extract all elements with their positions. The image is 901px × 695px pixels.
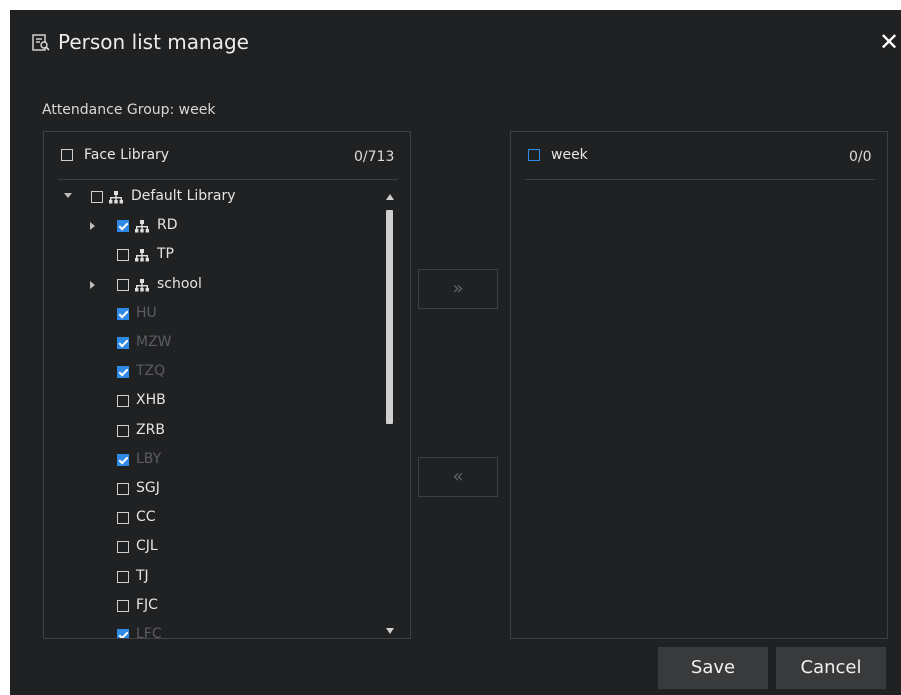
tree-item-checkbox[interactable] <box>117 278 129 291</box>
tree-item[interactable]: MZW <box>44 330 374 356</box>
tree-item-label: SGJ <box>136 480 160 496</box>
tree-item-checkbox[interactable] <box>117 249 129 262</box>
expand-down-icon[interactable] <box>64 193 72 198</box>
tree-item-checkbox[interactable] <box>117 512 129 525</box>
tree-item-label: CJL <box>136 538 158 555</box>
tree-item-label: RD <box>157 217 178 234</box>
tree-item-label: TJ <box>136 567 149 584</box>
tree-item[interactable]: LFC <box>44 622 374 639</box>
cancel-button[interactable]: Cancel <box>776 647 886 689</box>
add-to-group-button[interactable]: » <box>418 269 498 309</box>
scrollbar-thumb[interactable] <box>386 210 393 424</box>
tree-item-checkbox[interactable] <box>117 395 129 408</box>
face-library-label: Face Library <box>84 147 170 163</box>
tree-item[interactable]: LBY <box>44 447 374 473</box>
person-list-dialog: Person list manage ✕ Attendance Group: w… <box>10 10 901 695</box>
tree-item-checkbox[interactable] <box>117 483 129 495</box>
tree-item-checkbox[interactable] <box>117 629 129 638</box>
tree-item-checkbox[interactable] <box>91 191 103 203</box>
tree-item-label: Default Library <box>131 188 236 204</box>
tree-item-checkbox[interactable] <box>117 366 129 379</box>
group-name-label: week <box>551 147 588 163</box>
tree-item-checkbox[interactable] <box>117 337 129 349</box>
tree-item-label: TP <box>157 246 174 263</box>
tree-item[interactable]: FJC <box>44 593 374 619</box>
attendance-group-label: Attendance Group: week <box>42 102 216 118</box>
scroll-down-arrow-icon[interactable] <box>386 628 394 634</box>
tree-item-checkbox[interactable] <box>117 307 129 320</box>
group-members-header: week 0/0 <box>511 132 887 180</box>
tree-item[interactable]: CJL <box>44 534 374 560</box>
tree-item[interactable]: school <box>44 272 374 298</box>
tree-item-label: MZW <box>136 334 172 350</box>
tree-item-checkbox[interactable] <box>117 453 129 466</box>
dialog-title: Person list manage <box>58 30 249 54</box>
save-button[interactable]: Save <box>658 647 768 689</box>
tree-item[interactable]: XHB <box>44 388 374 414</box>
group-members-panel: week 0/0 <box>510 131 888 639</box>
tree-item-checkbox[interactable] <box>117 424 129 437</box>
select-all-group-checkbox[interactable] <box>528 149 540 161</box>
tree-item[interactable]: SGJ <box>44 476 374 502</box>
header-divider <box>525 179 875 180</box>
tree-item-label: school <box>157 275 202 292</box>
tree-item[interactable]: TP <box>44 242 374 268</box>
tree-item-checkbox[interactable] <box>117 220 129 233</box>
face-library-tree: Default Library RD TP school HU MZW TZQ XHB ZRB L… <box>44 180 410 638</box>
org-icon <box>135 278 149 292</box>
tree-item-checkbox[interactable] <box>117 570 129 583</box>
tree-item-label: CC <box>136 509 156 526</box>
tree-item-label: HU <box>136 304 157 321</box>
tree-item[interactable]: TJ <box>44 564 374 590</box>
scroll-up-arrow-icon[interactable] <box>386 194 394 200</box>
tree-item-label: LBY <box>136 450 162 467</box>
org-icon <box>135 220 149 233</box>
close-icon[interactable]: ✕ <box>877 30 901 54</box>
face-library-count: 0/713 <box>354 149 395 165</box>
face-library-header: Face Library 0/713 <box>44 132 410 180</box>
tree-item-checkbox[interactable] <box>117 599 129 612</box>
vertical-scrollbar[interactable] <box>384 194 396 634</box>
org-icon <box>135 249 149 262</box>
tree-item-label: XHB <box>136 392 166 409</box>
tree-item[interactable]: RD <box>44 213 374 239</box>
tree-item[interactable]: Default Library <box>44 184 374 210</box>
tree-item[interactable]: TZQ <box>44 359 374 385</box>
tree-item[interactable]: HU <box>44 301 374 327</box>
select-all-face-library-checkbox[interactable] <box>61 149 73 161</box>
tree-item[interactable]: ZRB <box>44 418 374 444</box>
org-icon <box>109 191 123 204</box>
person-list-icon <box>32 34 50 51</box>
expand-right-icon[interactable] <box>90 280 95 289</box>
tree-item[interactable]: CC <box>44 505 374 531</box>
tree-item-label: FJC <box>136 596 158 613</box>
group-members-count: 0/0 <box>849 149 872 165</box>
tree-item-label: LFC <box>136 626 162 639</box>
face-library-panel: Face Library 0/713 Default Library RD TP sc… <box>43 131 411 639</box>
remove-from-group-button[interactable]: « <box>418 457 498 497</box>
expand-right-icon[interactable] <box>90 222 95 231</box>
tree-item-label: ZRB <box>136 421 165 438</box>
tree-item-label: TZQ <box>136 363 166 380</box>
tree-item-checkbox[interactable] <box>117 541 129 554</box>
